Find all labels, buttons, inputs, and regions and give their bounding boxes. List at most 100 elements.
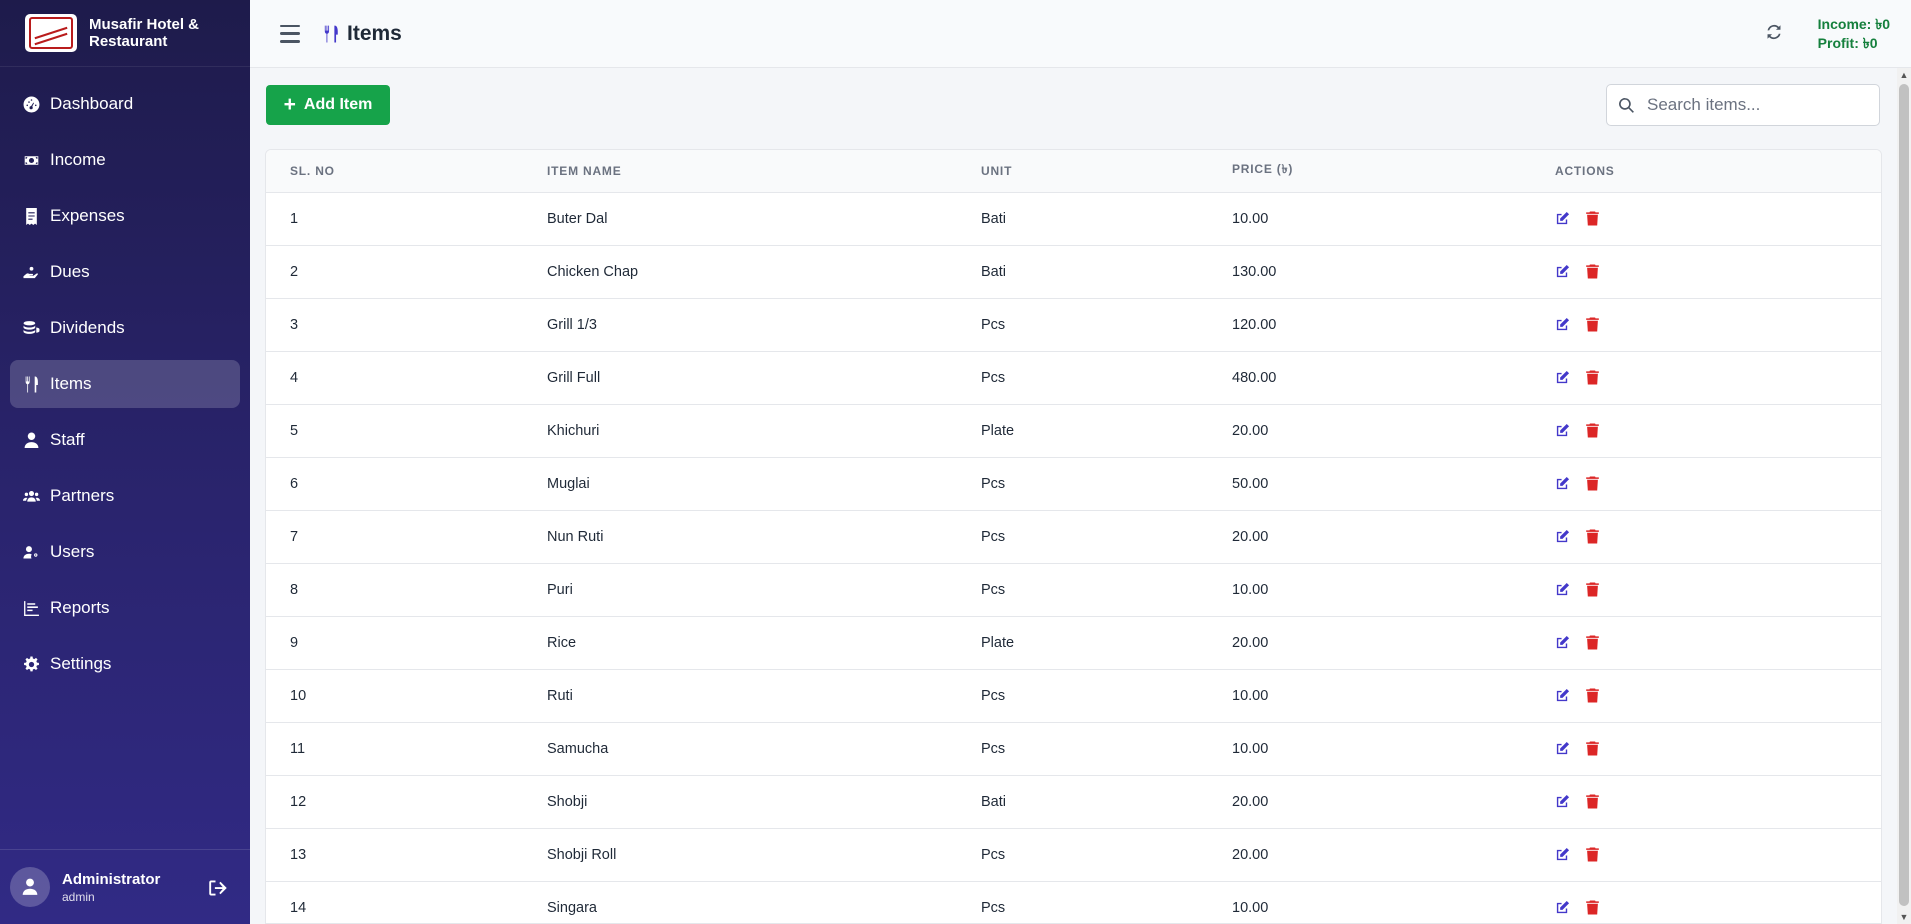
trash-icon bbox=[1586, 582, 1599, 597]
cell-unit: Pcs bbox=[981, 351, 1232, 405]
edit-button[interactable] bbox=[1555, 317, 1570, 332]
edit-icon bbox=[1556, 530, 1570, 543]
scroll-up-arrow[interactable]: ▲ bbox=[1897, 68, 1911, 82]
column-header-price[interactable]: PRICE (৳) bbox=[1232, 150, 1555, 193]
sidebar-item-label: Settings bbox=[50, 654, 112, 673]
edit-button[interactable] bbox=[1555, 423, 1570, 438]
add-item-button[interactable]: + Add Item bbox=[266, 85, 390, 125]
edit-button[interactable] bbox=[1555, 688, 1570, 703]
items-table: SL. NO ITEM NAME UNIT PRICE (৳) ACTIONS … bbox=[266, 150, 1881, 923]
edit-icon bbox=[1556, 477, 1570, 490]
delete-button[interactable] bbox=[1585, 423, 1600, 438]
trash-icon bbox=[1586, 635, 1599, 650]
edit-button[interactable] bbox=[1555, 847, 1570, 862]
sidebar-item-label: Dividends bbox=[50, 318, 125, 337]
sidebar-item-dues[interactable]: Dues bbox=[10, 248, 240, 296]
sidebar-item-dashboard[interactable]: Dashboard bbox=[10, 80, 240, 128]
sign-out-icon bbox=[209, 880, 227, 896]
sidebar-item-users[interactable]: Users bbox=[10, 528, 240, 576]
trash-icon bbox=[1586, 741, 1599, 756]
trash-icon bbox=[1586, 529, 1599, 544]
table-row: 10 Ruti Pcs 10.00 bbox=[266, 669, 1881, 723]
edit-button[interactable] bbox=[1555, 741, 1570, 756]
delete-button[interactable] bbox=[1585, 794, 1600, 809]
cell-sl: 9 bbox=[266, 616, 547, 670]
table-row: 9 Rice Plate 20.00 bbox=[266, 616, 1881, 670]
scrollbar-thumb[interactable] bbox=[1899, 84, 1909, 906]
menu-toggle-button[interactable] bbox=[280, 24, 300, 43]
refresh-button[interactable] bbox=[1765, 23, 1785, 43]
sidebar: Musafir Hotel & Restaurant Dashboard Inc… bbox=[0, 0, 250, 924]
sidebar-item-dividends[interactable]: Dividends bbox=[10, 304, 240, 352]
add-item-label: Add Item bbox=[303, 96, 373, 113]
edit-button[interactable] bbox=[1555, 529, 1570, 544]
logout-button[interactable] bbox=[208, 878, 228, 898]
edit-button[interactable] bbox=[1555, 211, 1570, 226]
search-icon bbox=[1619, 97, 1634, 113]
totals-summary: Income: ৳0 Profit: ৳0 bbox=[1818, 15, 1890, 53]
cell-price: 20.00 bbox=[1232, 775, 1555, 829]
sidebar-item-income[interactable]: Income bbox=[10, 136, 240, 184]
sidebar-item-settings[interactable]: Settings bbox=[10, 640, 240, 688]
delete-button[interactable] bbox=[1585, 688, 1600, 703]
sidebar-item-label: Expenses bbox=[50, 206, 125, 225]
sidebar-item-label: Staff bbox=[50, 430, 85, 449]
delete-button[interactable] bbox=[1585, 582, 1600, 597]
search-input[interactable] bbox=[1647, 95, 1867, 115]
edit-button[interactable] bbox=[1555, 264, 1570, 279]
cell-price: 20.00 bbox=[1232, 510, 1555, 564]
cell-sl: 6 bbox=[266, 457, 547, 511]
delete-button[interactable] bbox=[1585, 635, 1600, 650]
sidebar-item-expenses[interactable]: Expenses bbox=[10, 192, 240, 240]
edit-button[interactable] bbox=[1555, 476, 1570, 491]
edit-icon bbox=[1556, 742, 1570, 755]
page-scrollbar[interactable]: ▲ ▼ bbox=[1897, 68, 1911, 924]
cell-actions bbox=[1555, 457, 1881, 511]
edit-icon bbox=[1556, 636, 1570, 649]
cell-item-name: Shobji bbox=[547, 775, 981, 829]
utensils-icon bbox=[324, 25, 338, 42]
edit-button[interactable] bbox=[1555, 370, 1570, 385]
cell-sl: 2 bbox=[266, 245, 547, 299]
scroll-down-arrow[interactable]: ▼ bbox=[1897, 910, 1911, 924]
cell-item-name: Puri bbox=[547, 563, 981, 617]
cell-price: 10.00 bbox=[1232, 563, 1555, 617]
sidebar-item-items[interactable]: Items bbox=[10, 360, 240, 408]
edit-button[interactable] bbox=[1555, 794, 1570, 809]
cell-unit: Pcs bbox=[981, 298, 1232, 352]
column-header-unit[interactable]: UNIT bbox=[981, 150, 1232, 193]
items-table-card: SL. NO ITEM NAME UNIT PRICE (৳) ACTIONS … bbox=[265, 149, 1882, 924]
delete-button[interactable] bbox=[1585, 317, 1600, 332]
trash-icon bbox=[1586, 794, 1599, 809]
cell-actions bbox=[1555, 616, 1881, 670]
delete-button[interactable] bbox=[1585, 529, 1600, 544]
users-icon bbox=[21, 486, 41, 506]
avatar bbox=[10, 867, 50, 907]
column-header-sl[interactable]: SL. NO bbox=[266, 150, 547, 193]
edit-button[interactable] bbox=[1555, 582, 1570, 597]
cell-unit: Bati bbox=[981, 775, 1232, 829]
brand-name: Musafir Hotel & Restaurant bbox=[89, 16, 200, 50]
delete-button[interactable] bbox=[1585, 476, 1600, 491]
sidebar-item-partners[interactable]: Partners bbox=[10, 472, 240, 520]
table-row: 14 Singara Pcs 10.00 bbox=[266, 881, 1881, 923]
cell-actions bbox=[1555, 351, 1881, 405]
edit-button[interactable] bbox=[1555, 900, 1570, 915]
delete-button[interactable] bbox=[1585, 211, 1600, 226]
delete-button[interactable] bbox=[1585, 264, 1600, 279]
cell-unit: Pcs bbox=[981, 563, 1232, 617]
cell-item-name: Chicken Chap bbox=[547, 245, 981, 299]
table-row: 5 Khichuri Plate 20.00 bbox=[266, 404, 1881, 458]
cell-item-name: Shobji Roll bbox=[547, 828, 981, 882]
sidebar-item-reports[interactable]: Reports bbox=[10, 584, 240, 632]
delete-button[interactable] bbox=[1585, 847, 1600, 862]
delete-button[interactable] bbox=[1585, 741, 1600, 756]
table-row: 6 Muglai Pcs 50.00 bbox=[266, 457, 1881, 511]
delete-button[interactable] bbox=[1585, 900, 1600, 915]
sidebar-item-staff[interactable]: Staff bbox=[10, 416, 240, 464]
cell-actions bbox=[1555, 775, 1881, 829]
column-header-item-name[interactable]: ITEM NAME bbox=[547, 150, 981, 193]
delete-button[interactable] bbox=[1585, 370, 1600, 385]
edit-button[interactable] bbox=[1555, 635, 1570, 650]
cell-unit: Bati bbox=[981, 245, 1232, 299]
